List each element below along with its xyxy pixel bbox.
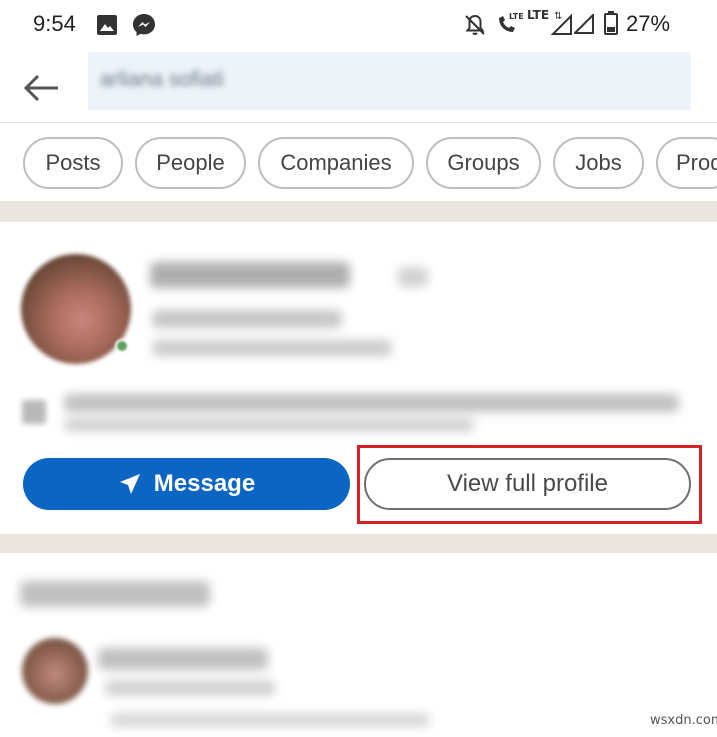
messenger-icon — [133, 14, 155, 36]
mute-icon — [465, 14, 485, 35]
watermark: wsxdn.com — [650, 713, 717, 728]
battery-percentage: 27% — [626, 11, 671, 36]
message-button-label: Message — [153, 470, 256, 497]
view-full-profile-label: View full profile — [447, 470, 608, 497]
svg-text:LTE: LTE — [509, 12, 524, 21]
send-icon — [119, 474, 140, 494]
profile-summary-line-2 — [64, 418, 474, 432]
second-result-card[interactable] — [0, 553, 717, 737]
profile-location-blurred — [152, 340, 392, 356]
search-input[interactable]: arliana sofiati — [88, 52, 691, 110]
arrow-left-icon — [23, 74, 58, 102]
result-name-blurred — [98, 648, 268, 670]
search-header: arliana sofiati — [0, 50, 717, 122]
chip-companies[interactable]: Companies — [258, 137, 414, 189]
filter-chip-bar: Posts People Companies Groups Jobs Prod — [0, 123, 717, 201]
chip-posts[interactable]: Posts — [23, 137, 123, 189]
result-meta-blurred — [110, 713, 430, 727]
svg-text:LTE: LTE — [527, 8, 549, 22]
search-query-text: arliana sofiati — [100, 68, 224, 91]
battery-icon — [604, 11, 618, 35]
chip-people[interactable]: People — [135, 137, 246, 189]
lte-signal-icon: LTE ⇅ — [527, 8, 572, 35]
view-full-profile-button[interactable]: View full profile — [364, 458, 691, 510]
lte-call-icon: LTE — [499, 12, 524, 32]
status-bar: 9:54 LTE LTE ⇅ 27% — [0, 0, 717, 50]
section-title-blurred — [20, 581, 210, 607]
briefcase-icon — [22, 400, 46, 424]
profile-result-card[interactable]: Message View full profile — [0, 222, 717, 534]
image-icon — [97, 15, 117, 35]
signal-icon — [574, 14, 594, 34]
profile-name-blurred — [150, 262, 350, 288]
message-button[interactable]: Message — [23, 458, 350, 510]
connection-degree-blurred — [398, 267, 428, 287]
result-headline-blurred — [105, 680, 275, 696]
online-status-dot — [115, 339, 129, 353]
chip-products[interactable]: Prod — [656, 137, 717, 189]
profile-summary-line-1 — [64, 394, 679, 412]
profile-headline-blurred — [152, 310, 342, 328]
svg-text:⇅: ⇅ — [554, 11, 562, 22]
chip-jobs[interactable]: Jobs — [553, 137, 644, 189]
status-time: 9:54 — [33, 11, 76, 36]
chip-groups[interactable]: Groups — [426, 137, 541, 189]
back-button[interactable] — [20, 66, 64, 110]
avatar[interactable] — [22, 638, 88, 704]
